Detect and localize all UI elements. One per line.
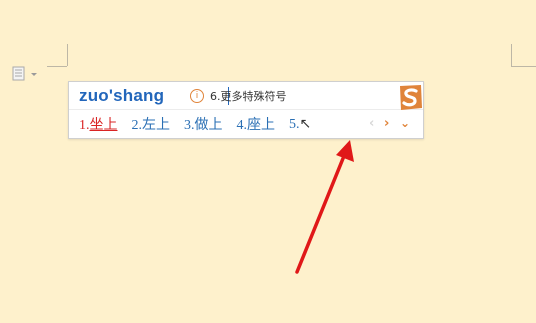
sogou-logo-icon[interactable]	[394, 82, 426, 114]
candidate-5[interactable]: 5.↖	[289, 116, 311, 133]
crop-mark-top-left-h	[47, 66, 67, 67]
candidate-2[interactable]: 2.左上	[132, 114, 171, 134]
special-symbols-hint-label: 6.更多特殊符号	[210, 90, 287, 103]
pinyin-composition-text: zuo'shang	[79, 86, 165, 105]
info-icon: i	[190, 89, 204, 103]
expand-candidates-button[interactable]: ⌄	[400, 116, 410, 130]
previous-page-button[interactable]: ‹	[369, 117, 374, 131]
ime-candidate-window: zuo'shang i 6.更多特殊符号 1.坐上 2.左上 3.做上 4.座上…	[68, 81, 424, 139]
next-page-button[interactable]: ›	[384, 117, 389, 131]
crop-mark-top-left-v	[67, 44, 68, 66]
candidate-list: 1.坐上 2.左上 3.做上 4.座上 5.↖	[79, 114, 325, 134]
crop-mark-top-right-v	[511, 44, 512, 66]
annotation-arrow	[295, 140, 354, 274]
crop-mark-top-right-h	[511, 66, 536, 67]
ime-composition-row: zuo'shang i 6.更多特殊符号	[69, 82, 423, 110]
candidate-4[interactable]: 4.座上	[237, 114, 276, 134]
special-symbols-hint[interactable]: i 6.更多特殊符号	[190, 88, 287, 104]
candidate-3[interactable]: 3.做上	[184, 114, 223, 134]
paste-options-icon[interactable]	[12, 66, 40, 82]
candidate-1[interactable]: 1.坐上	[79, 114, 118, 134]
